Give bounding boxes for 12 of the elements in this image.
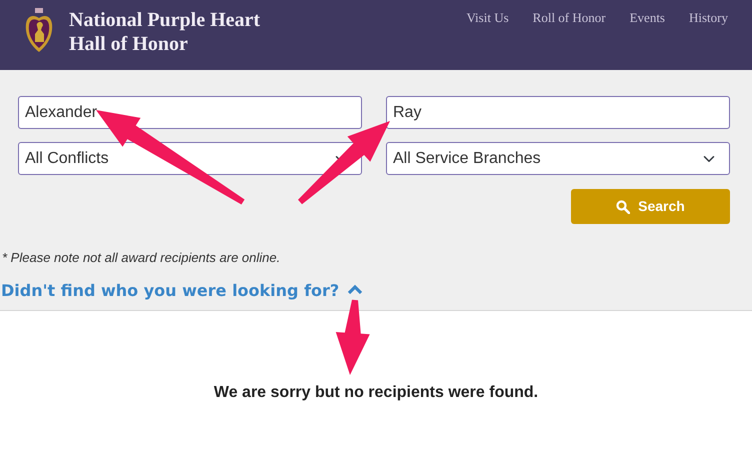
first-name-field[interactable]: Alexander (18, 96, 362, 129)
disclaimer-text: * Please note not all award recipients are online. (2, 249, 282, 267)
no-results-message: We are sorry but no recipients were found. (212, 383, 540, 403)
nav-link[interactable]: Roll of Honor (532, 8, 606, 28)
nav-link[interactable]: History (689, 8, 728, 28)
help-link[interactable]: Didn't find who you were looking for? (1, 278, 340, 302)
nav-link[interactable]: Events (630, 8, 665, 28)
nav-link[interactable]: Visit Us (466, 8, 509, 28)
site-title: National Purple Heart (69, 8, 260, 32)
last-name-field[interactable]: Ray (386, 96, 730, 129)
branch-select[interactable]: All Service Branches (386, 142, 730, 175)
site-title: Hall of Honor (69, 32, 189, 56)
